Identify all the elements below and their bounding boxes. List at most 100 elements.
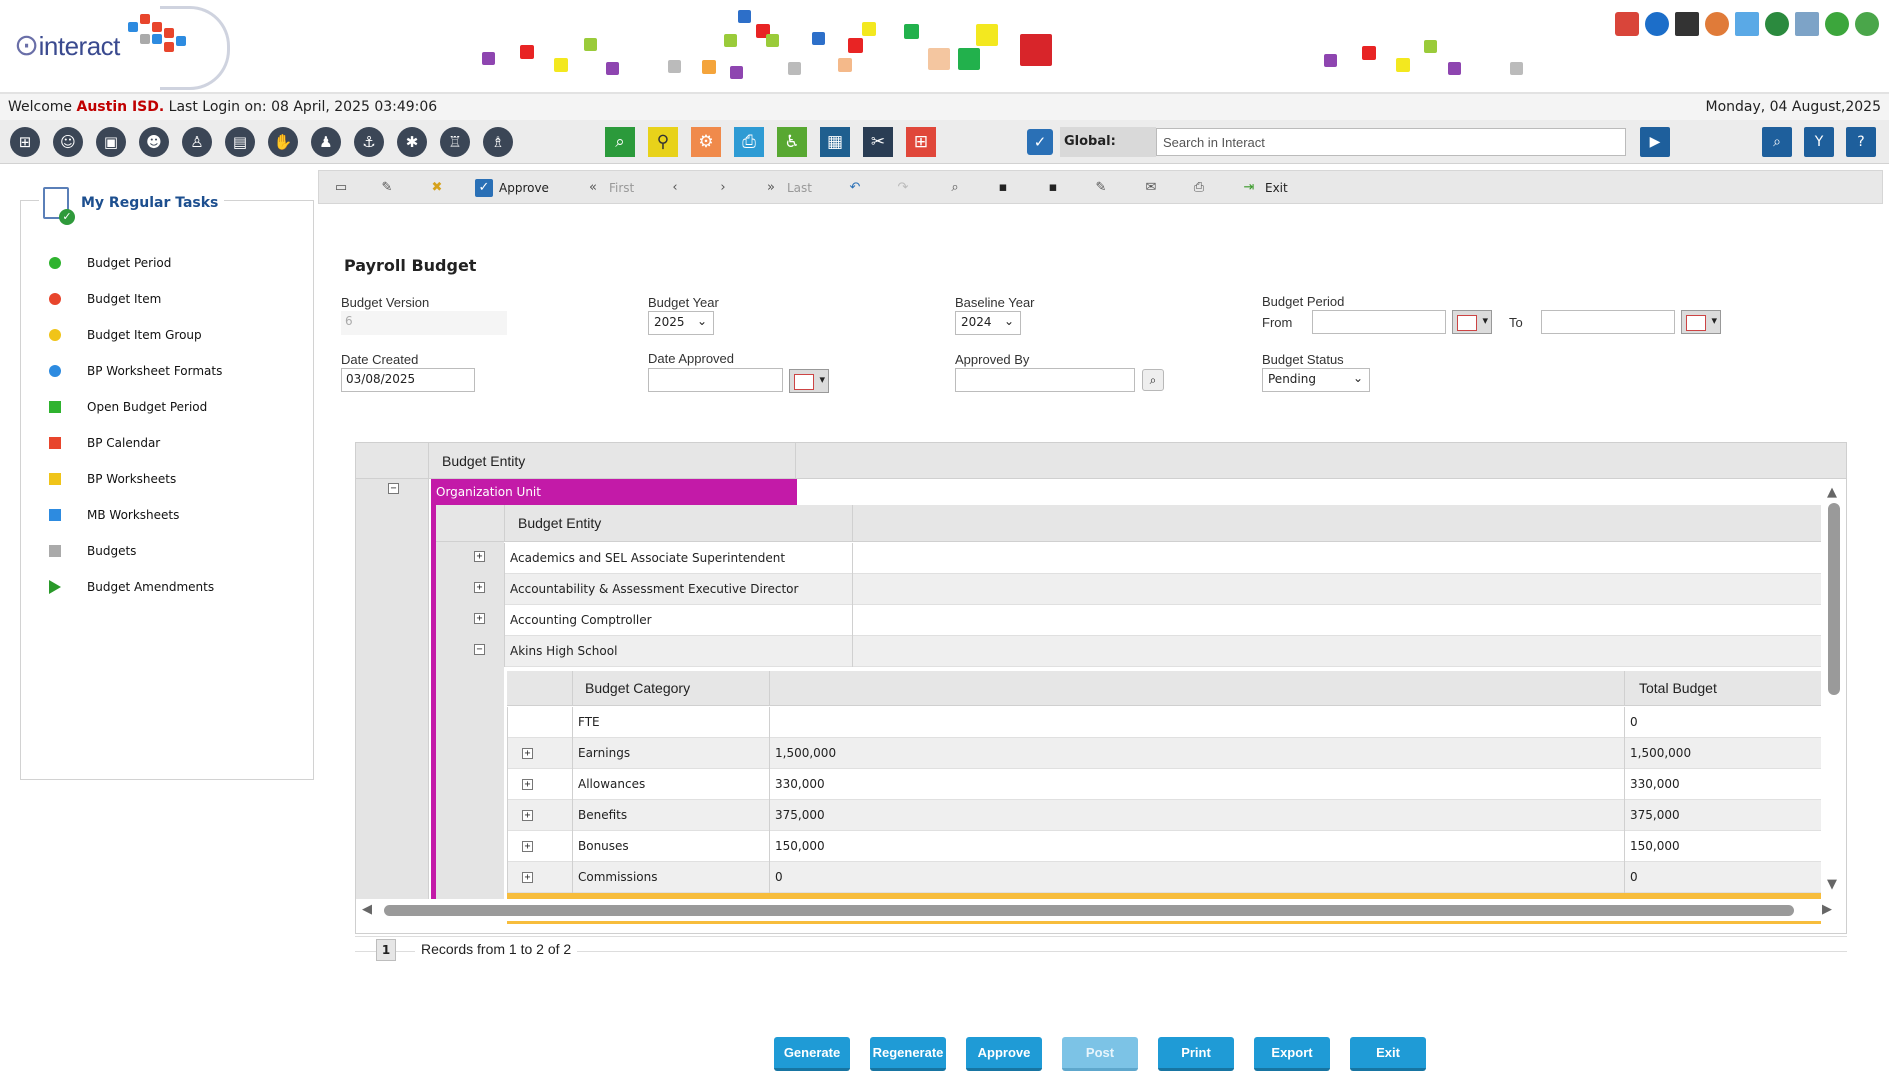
undo-button[interactable]: ↶ bbox=[845, 177, 865, 199]
table-row[interactable]: + Allowances 330,000 330,000 bbox=[507, 769, 1821, 800]
presenter-icon[interactable]: ♖ bbox=[440, 127, 470, 157]
baseline-year-select[interactable]: 2024 ⌄ bbox=[955, 311, 1021, 335]
task-item-budgets[interactable]: Budgets bbox=[49, 533, 222, 569]
next-button[interactable]: › bbox=[713, 177, 733, 199]
mail-icon[interactable] bbox=[1735, 12, 1759, 36]
print-module-icon[interactable]: ⎙ bbox=[734, 127, 764, 157]
table-row[interactable]: + Earnings 1,500,000 1,500,000 bbox=[507, 738, 1821, 769]
expand-row-icon[interactable]: + bbox=[474, 551, 485, 562]
table-row[interactable]: + Benefits 375,000 375,000 bbox=[507, 800, 1821, 831]
save-all-button[interactable]: ▪ bbox=[1043, 177, 1063, 199]
task-item-bp-worksheet-formats[interactable]: BP Worksheet Formats bbox=[49, 353, 222, 389]
print-toolbar-button[interactable]: ⎙ bbox=[1189, 177, 1209, 199]
scroll-left-icon[interactable]: ◀ bbox=[362, 902, 372, 917]
period-to-input[interactable] bbox=[1541, 310, 1675, 334]
previous-button[interactable]: ‹ bbox=[665, 177, 685, 199]
expand-row-icon[interactable]: + bbox=[522, 841, 533, 852]
task-item-mb-worksheets[interactable]: MB Worksheets bbox=[49, 497, 222, 533]
sync-icon[interactable] bbox=[1645, 12, 1669, 36]
help-icon[interactable] bbox=[1825, 12, 1849, 36]
print-button[interactable]: Print bbox=[1158, 1037, 1234, 1071]
table-row[interactable]: + Bonuses 150,000 150,000 bbox=[507, 831, 1821, 862]
collapse-row-icon[interactable]: − bbox=[474, 644, 485, 655]
expand-row-icon[interactable]: + bbox=[474, 613, 485, 624]
expand-row-icon[interactable]: + bbox=[522, 779, 533, 790]
post-button[interactable]: Post bbox=[1062, 1037, 1138, 1071]
expand-row-icon[interactable]: + bbox=[522, 872, 533, 883]
walking-icon[interactable]: ♗ bbox=[483, 127, 513, 157]
task-item-bp-calendar[interactable]: BP Calendar bbox=[49, 425, 222, 461]
refresh-icon[interactable] bbox=[1765, 12, 1789, 36]
task-item-bp-worksheets[interactable]: BP Worksheets bbox=[49, 461, 222, 497]
hands-icon[interactable]: ✋ bbox=[268, 127, 298, 157]
budget-status-select[interactable]: Pending ⌄ bbox=[1262, 368, 1370, 392]
document-icon[interactable]: ▤ bbox=[225, 127, 255, 157]
horizontal-scrollbar[interactable]: ◀ ▶ bbox=[356, 899, 1846, 921]
settings-gear-icon[interactable]: ⚙ bbox=[691, 127, 721, 157]
vertical-scrollbar[interactable]: ▲ ▼ bbox=[1822, 479, 1846, 899]
network-icon[interactable]: ✱ bbox=[397, 127, 427, 157]
collapse-group-icon[interactable]: − bbox=[388, 483, 399, 494]
search-toolbar-button[interactable]: ⌕ bbox=[945, 177, 965, 199]
vertical-scroll-thumb[interactable] bbox=[1828, 503, 1840, 695]
tools-icon[interactable]: ✂ bbox=[863, 127, 893, 157]
monitor-icon[interactable] bbox=[1795, 12, 1819, 36]
last-button[interactable]: » Last bbox=[761, 177, 812, 199]
exit-toolbar-button[interactable]: ⇥ Exit bbox=[1239, 177, 1288, 199]
person-icon[interactable]: ♙ bbox=[182, 127, 212, 157]
table-row[interactable]: Accounting Comptroller bbox=[504, 605, 1821, 636]
filter-icon[interactable]: Y bbox=[1804, 127, 1834, 157]
task-item-open-budget-period[interactable]: Open Budget Period bbox=[49, 389, 222, 425]
table-row[interactable]: FTE 0 bbox=[507, 707, 1821, 738]
presentation-icon[interactable]: ▦ bbox=[820, 127, 850, 157]
table-row[interactable]: + Commissions 0 0 bbox=[507, 862, 1821, 893]
scroll-right-icon[interactable]: ▶ bbox=[1822, 902, 1832, 917]
task-item-budget-period[interactable]: Budget Period bbox=[49, 245, 222, 281]
grid-apps-icon[interactable]: ⊞ bbox=[906, 127, 936, 157]
team-icon[interactable]: ☻ bbox=[139, 127, 169, 157]
approved-by-input[interactable] bbox=[955, 368, 1135, 392]
scroll-down-icon[interactable]: ▼ bbox=[1827, 877, 1837, 892]
task-item-budget-item-group[interactable]: Budget Item Group bbox=[49, 317, 222, 353]
regenerate-button[interactable]: Regenerate bbox=[870, 1037, 946, 1071]
expand-row-icon[interactable]: + bbox=[522, 810, 533, 821]
anchor-icon[interactable]: ⚓ bbox=[354, 127, 384, 157]
generate-button[interactable]: Generate bbox=[774, 1037, 850, 1071]
expand-row-icon[interactable]: + bbox=[522, 748, 533, 759]
approve-toolbar-button[interactable]: ✓ Approve bbox=[475, 177, 549, 199]
scroll-up-icon[interactable]: ▲ bbox=[1827, 485, 1837, 500]
table-row[interactable]: Accountability & Assessment Executive Di… bbox=[504, 574, 1821, 605]
employee-card-icon[interactable]: ▣ bbox=[96, 127, 126, 157]
period-from-input[interactable] bbox=[1312, 310, 1446, 334]
global-checkbox-icon[interactable]: ✓ bbox=[1027, 129, 1053, 155]
horizontal-scroll-thumb[interactable] bbox=[384, 905, 1794, 916]
edit-record-button[interactable]: ✎ bbox=[377, 177, 397, 199]
to-calendar-icon[interactable] bbox=[1681, 310, 1721, 334]
first-button[interactable]: «First bbox=[583, 177, 634, 199]
date-approved-input[interactable] bbox=[648, 368, 783, 392]
home-icon[interactable] bbox=[1615, 12, 1639, 36]
user-icon[interactable] bbox=[1705, 12, 1729, 36]
approve-button[interactable]: Approve bbox=[966, 1037, 1042, 1071]
groups-icon[interactable]: ☺ bbox=[53, 127, 83, 157]
approved-by-lookup-icon[interactable]: ⌕ bbox=[1142, 369, 1164, 391]
comment-button[interactable]: ✉ bbox=[1141, 177, 1161, 199]
delete-record-button[interactable]: ✖ bbox=[427, 177, 447, 199]
org-chart-icon[interactable]: ⊞ bbox=[10, 127, 40, 157]
logout-icon[interactable] bbox=[1855, 12, 1879, 36]
hierarchy-icon[interactable]: ⚲ bbox=[648, 127, 678, 157]
from-calendar-icon[interactable] bbox=[1452, 310, 1492, 334]
new-record-button[interactable]: ▭ bbox=[331, 177, 351, 199]
export-button[interactable]: Export bbox=[1254, 1037, 1330, 1071]
search-module-icon[interactable]: ⌕ bbox=[605, 127, 635, 157]
table-row[interactable]: Akins High School bbox=[504, 636, 1821, 667]
global-search-input[interactable] bbox=[1156, 128, 1626, 156]
help-question-icon[interactable]: ? bbox=[1846, 127, 1876, 157]
attach-button[interactable]: ✎ bbox=[1091, 177, 1111, 199]
table-row[interactable]: Academics and SEL Associate Superintende… bbox=[504, 543, 1821, 574]
search-go-icon[interactable]: ▶ bbox=[1640, 127, 1670, 157]
exit-button[interactable]: Exit bbox=[1350, 1037, 1426, 1071]
save-button[interactable]: ▪ bbox=[993, 177, 1013, 199]
chart-icon[interactable] bbox=[1675, 12, 1699, 36]
budget-year-select[interactable]: 2025 ⌄ bbox=[648, 311, 714, 335]
